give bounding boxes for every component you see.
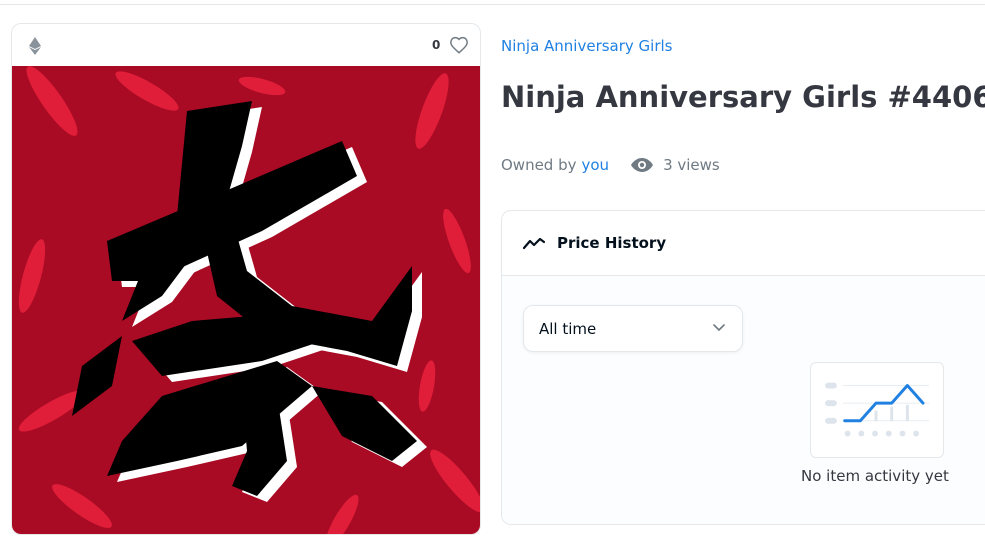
collection-link[interactable]: Ninja Anniversary Girls	[501, 37, 673, 55]
empty-chart-illustration	[810, 362, 944, 458]
chevron-down-icon	[713, 324, 725, 331]
top-divider	[0, 4, 985, 5]
heart-icon[interactable]	[449, 36, 469, 54]
time-range-select[interactable]: All time	[523, 305, 743, 352]
owner-row: Owned by you 3 views	[501, 156, 720, 174]
favorite-count: 0	[432, 38, 441, 52]
price-history-header[interactable]: Price History	[502, 211, 985, 276]
ethereum-icon	[29, 37, 41, 55]
asset-card-header: 0	[12, 24, 480, 66]
nft-artwork-image[interactable]	[12, 66, 481, 535]
trend-line-icon	[523, 237, 545, 250]
owner-link[interactable]: you	[582, 156, 610, 174]
price-history-body: All time No item activity yet	[502, 276, 985, 524]
empty-state-message: No item activity yet	[801, 467, 949, 485]
owned-by-label: Owned by	[501, 156, 577, 174]
eye-icon	[631, 158, 654, 172]
price-history-title: Price History	[557, 234, 667, 252]
asset-card: 0	[11, 23, 481, 535]
view-count: 3 views	[663, 156, 720, 174]
time-range-value: All time	[539, 320, 597, 338]
asset-title: Ninja Anniversary Girls #4406	[501, 80, 985, 114]
price-history-panel: Price History All time No item activity …	[501, 210, 985, 525]
